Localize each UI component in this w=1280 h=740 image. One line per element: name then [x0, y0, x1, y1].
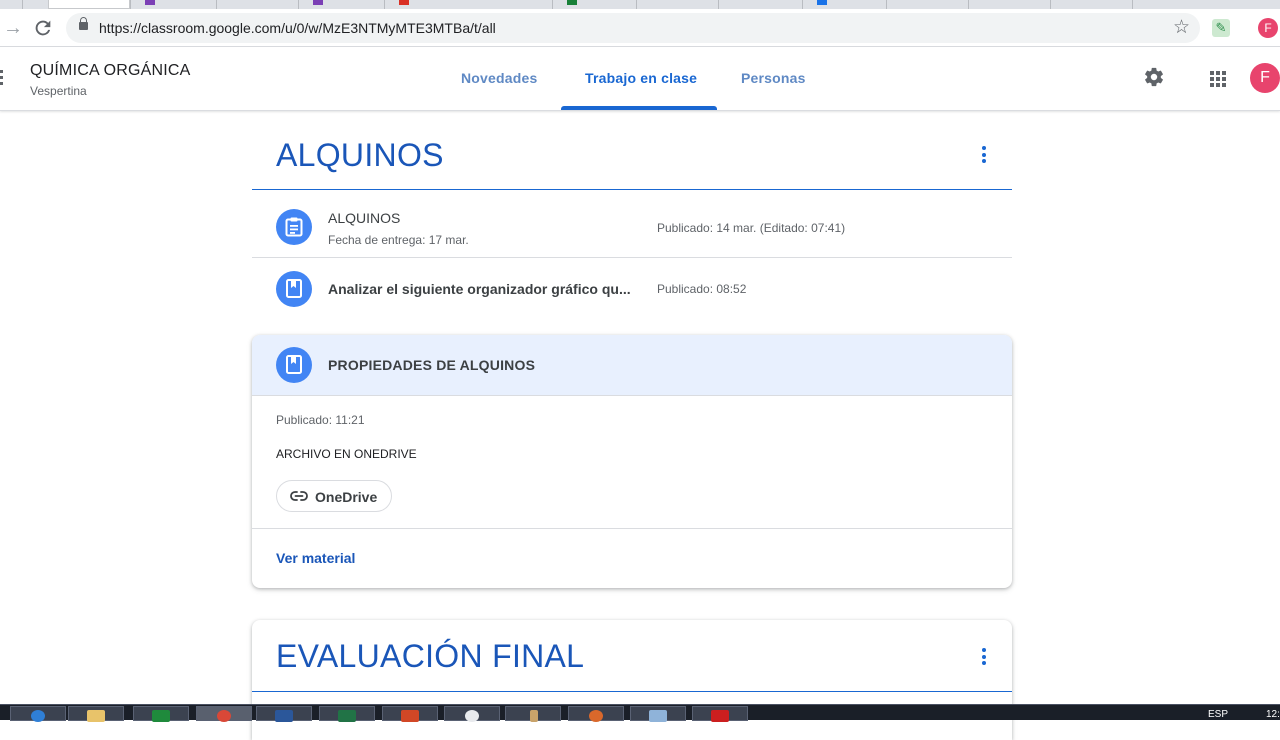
card-header[interactable]: PROPIEDADES DE ALQUINOS: [252, 335, 1012, 396]
taskbar-app-button[interactable]: [568, 706, 624, 722]
taskbar-ie-button[interactable]: [10, 706, 66, 722]
main-menu-icon[interactable]: [0, 70, 3, 86]
taskbar-word-button[interactable]: [256, 706, 312, 722]
divider: [252, 528, 1012, 529]
topic-header-alquinos: ALQUINOS: [252, 111, 1012, 190]
reload-icon[interactable]: [32, 17, 54, 39]
browser-tab[interactable]: [130, 0, 155, 9]
taskbar-app-button[interactable]: [505, 706, 561, 722]
topic-title[interactable]: EVALUACIÓN FINAL: [276, 638, 584, 675]
item-title: Analizar el siguiente organizador gráfic…: [328, 281, 631, 297]
item-due-date: Fecha de entrega: 17 mar.: [328, 233, 469, 247]
extension-icon[interactable]: ✎: [1212, 19, 1230, 37]
browser-tab[interactable]: [802, 0, 827, 9]
divider: [252, 691, 1012, 692]
assignment-icon: [276, 209, 312, 245]
browser-profile-avatar[interactable]: F: [1258, 18, 1278, 38]
tab-personas[interactable]: Personas: [741, 70, 806, 86]
browser-tab[interactable]: [216, 0, 217, 9]
attachment-chip[interactable]: OneDrive: [276, 480, 392, 512]
apps-grid-icon[interactable]: [1210, 71, 1226, 87]
browser-tab-strip: [0, 0, 1280, 9]
taskbar-app-button[interactable]: [444, 706, 500, 722]
card-published: Publicado: 11:21: [276, 413, 365, 427]
classroom-app-bar: QUÍMICA ORGÁNICA Vespertina Novedades Tr…: [0, 47, 1280, 111]
os-taskbar: ESP 12:: [0, 704, 1280, 722]
active-tab-indicator: [561, 106, 717, 110]
lock-icon: [79, 17, 88, 30]
link-icon: [290, 491, 308, 501]
language-indicator[interactable]: ESP: [1208, 709, 1228, 720]
taskbar-explorer-button[interactable]: [68, 706, 124, 722]
attachment-label: OneDrive: [315, 489, 378, 505]
tab-novedades[interactable]: Novedades: [461, 70, 538, 86]
class-title[interactable]: QUÍMICA ORGÁNICA: [30, 62, 191, 80]
taskbar-app-button[interactable]: [630, 706, 686, 722]
settings-gear-icon[interactable]: [1143, 66, 1165, 88]
taskbar-excel-button[interactable]: [319, 706, 375, 722]
item-published: Publicado: 08:52: [657, 282, 747, 296]
clock[interactable]: 12:: [1266, 709, 1280, 720]
browser-tab[interactable]: [384, 0, 409, 9]
browser-tab-active[interactable]: [48, 0, 130, 9]
material-icon: [276, 347, 312, 383]
more-options-icon[interactable]: [982, 146, 986, 164]
browser-tab[interactable]: [22, 0, 23, 9]
item-published: Publicado: 14 mar. (Editado: 07:41): [657, 221, 846, 235]
browser-tab[interactable]: [1132, 0, 1133, 9]
topic-header-evaluacion-final: EVALUACIÓN FINAL: [252, 620, 1012, 740]
address-bar[interactable]: https://classroom.google.com/u/0/w/MzE3N…: [66, 13, 1200, 43]
bookmark-star-icon[interactable]: ☆: [1173, 16, 1190, 39]
topic-title[interactable]: ALQUINOS: [276, 137, 444, 174]
expanded-material-card: PROPIEDADES DE ALQUINOS Publicado: 11:21…: [252, 335, 1012, 588]
item-title: ALQUINOS: [328, 210, 401, 226]
view-material-link[interactable]: Ver material: [276, 550, 355, 566]
browser-tab[interactable]: [298, 0, 323, 9]
classwork-item[interactable]: Analizar el siguiente organizador gráfic…: [252, 259, 1012, 319]
card-title: PROPIEDADES DE ALQUINOS: [328, 357, 536, 373]
browser-tab[interactable]: [1050, 0, 1051, 9]
browser-tab[interactable]: [968, 0, 969, 9]
taskbar-app-button[interactable]: [692, 706, 748, 722]
taskbar-powerpoint-button[interactable]: [382, 706, 438, 722]
browser-tab[interactable]: [886, 0, 887, 9]
card-description: ARCHIVO EN ONEDRIVE: [276, 447, 417, 461]
taskbar-chrome-button[interactable]: [196, 706, 252, 722]
tab-trabajo-en-clase[interactable]: Trabajo en clase: [585, 70, 697, 86]
more-options-icon[interactable]: [982, 648, 986, 666]
browser-tab[interactable]: [552, 0, 577, 9]
classwork-item[interactable]: ALQUINOS Fecha de entrega: 17 mar. Publi…: [252, 191, 1012, 258]
taskbar-store-button[interactable]: [133, 706, 189, 722]
material-icon: [276, 271, 312, 307]
forward-arrow-icon[interactable]: →: [2, 17, 24, 39]
url-text: https://classroom.google.com/u/0/w/MzE3N…: [99, 20, 496, 36]
browser-tab[interactable]: [718, 0, 719, 9]
class-section: Vespertina: [30, 84, 87, 98]
browser-tab[interactable]: [636, 0, 637, 9]
browser-toolbar: → https://classroom.google.com/u/0/w/MzE…: [0, 9, 1280, 47]
account-avatar[interactable]: F: [1250, 63, 1280, 93]
